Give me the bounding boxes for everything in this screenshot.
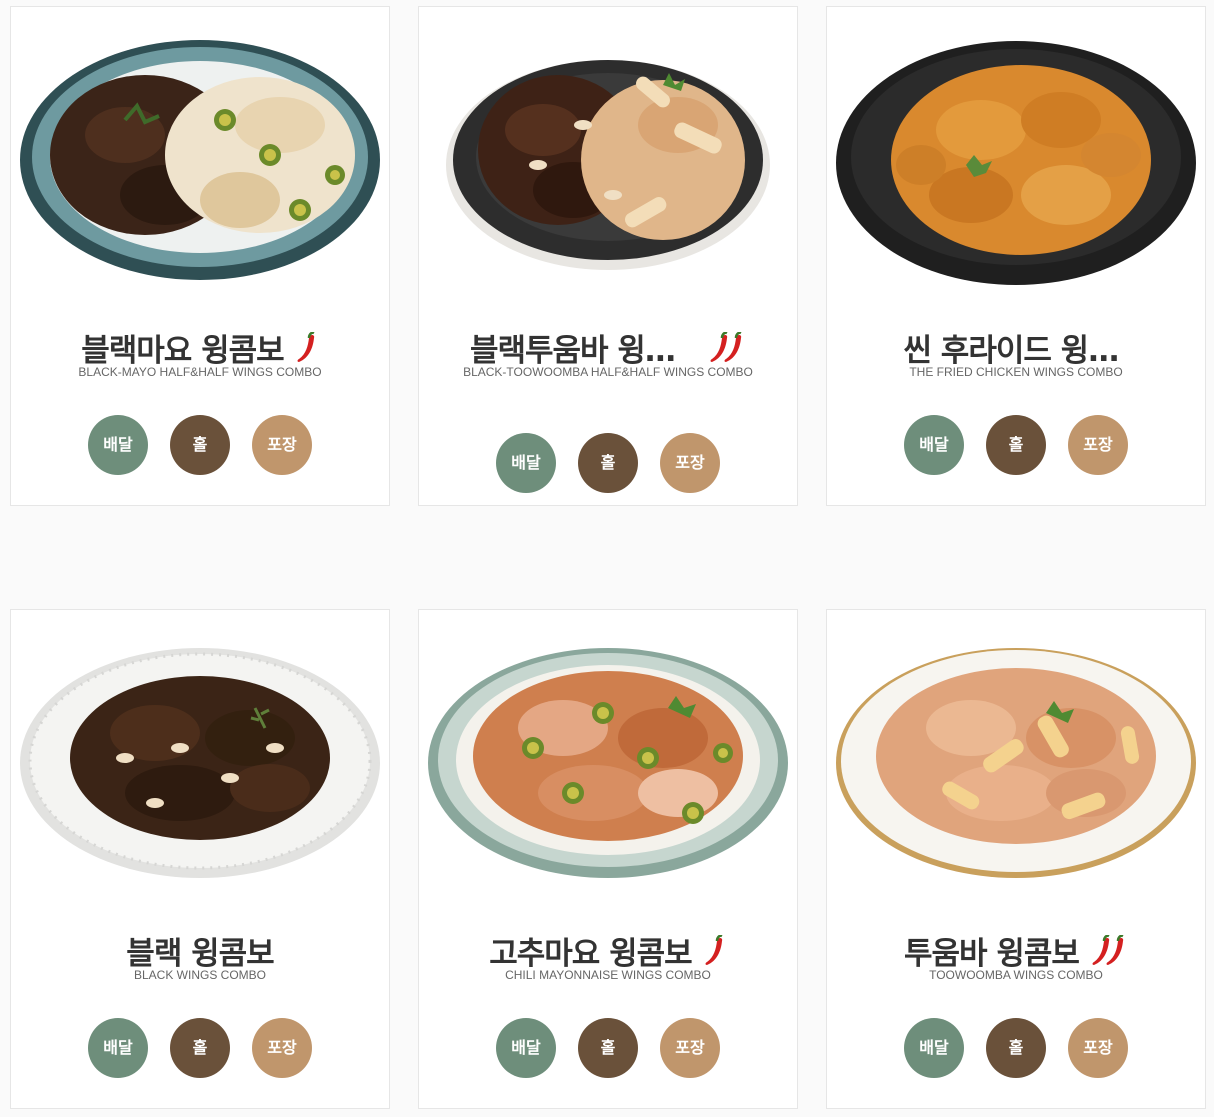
takeout-button[interactable]: 포장 — [1068, 415, 1128, 475]
chili-pepper-icon — [295, 331, 319, 364]
menu-subtitle: BLACK-MAYO HALF&HALF WINGS COMBO — [78, 365, 322, 379]
delivery-button[interactable]: 배달 — [496, 1018, 556, 1078]
hall-button[interactable]: 홀 — [578, 433, 638, 493]
chili-mayo-wings-photo — [419, 628, 797, 898]
chili-pepper-icon — [1090, 934, 1128, 967]
takeout-button[interactable]: 포장 — [252, 1018, 312, 1078]
hall-button[interactable]: 홀 — [986, 1018, 1046, 1078]
toowoomba-wings-photo — [827, 628, 1205, 898]
menu-card-black-mayo-wings: 블랙마요 윙콤보 BLACK-MAYO HALF&HALF WINGS COMB… — [10, 6, 390, 506]
hall-button[interactable]: 홀 — [986, 415, 1046, 475]
menu-card-chili-mayo-wings: 고추마요 윙콤보 CHILI MAYONNAISE WINGS COMBO 배달… — [418, 609, 798, 1109]
hall-button[interactable]: 홀 — [170, 415, 230, 475]
delivery-button[interactable]: 배달 — [904, 415, 964, 475]
takeout-button[interactable]: 포장 — [252, 415, 312, 475]
menu-card-toowoomba-wings: 투움바 윙콤보 TOOWOOMBA WINGS COMBO 배달 홀 포장 — [826, 609, 1206, 1109]
menu-card-fried-wings: 씬 후라이드 윙콤보 THE FRIED CHICKEN WINGS COMBO… — [826, 6, 1206, 506]
hall-button[interactable]: 홀 — [578, 1018, 638, 1078]
chili-pepper-icon — [703, 934, 727, 967]
menu-subtitle: CHILI MAYONNAISE WINGS COMBO — [505, 968, 711, 982]
delivery-button[interactable]: 배달 — [904, 1018, 964, 1078]
delivery-button[interactable]: 배달 — [88, 415, 148, 475]
menu-card-black-toowoomba-wings: 블랙투움바 윙콤보 BLACK-TOOWOOMBA HALF&HALF WING… — [418, 6, 798, 506]
black-wings-photo — [11, 628, 389, 898]
menu-subtitle: BLACK-TOOWOOMBA HALF&HALF WINGS COMBO — [463, 365, 753, 379]
black-toowoomba-wings-photo — [419, 25, 797, 295]
takeout-button[interactable]: 포장 — [660, 1018, 720, 1078]
chili-pepper-icon — [708, 331, 746, 364]
delivery-button[interactable]: 배달 — [496, 433, 556, 493]
fried-wings-photo — [827, 25, 1205, 295]
menu-card-black-wings: 블랙 윙콤보 BLACK WINGS COMBO 배달 홀 포장 — [10, 609, 390, 1109]
takeout-button[interactable]: 포장 — [1068, 1018, 1128, 1078]
delivery-button[interactable]: 배달 — [88, 1018, 148, 1078]
menu-subtitle: THE FRIED CHICKEN WINGS COMBO — [909, 365, 1123, 379]
black-mayo-wings-photo — [11, 25, 389, 295]
menu-subtitle: BLACK WINGS COMBO — [133, 968, 267, 982]
menu-subtitle: TOOWOOMBA WINGS COMBO — [929, 968, 1103, 982]
hall-button[interactable]: 홀 — [170, 1018, 230, 1078]
takeout-button[interactable]: 포장 — [660, 433, 720, 493]
